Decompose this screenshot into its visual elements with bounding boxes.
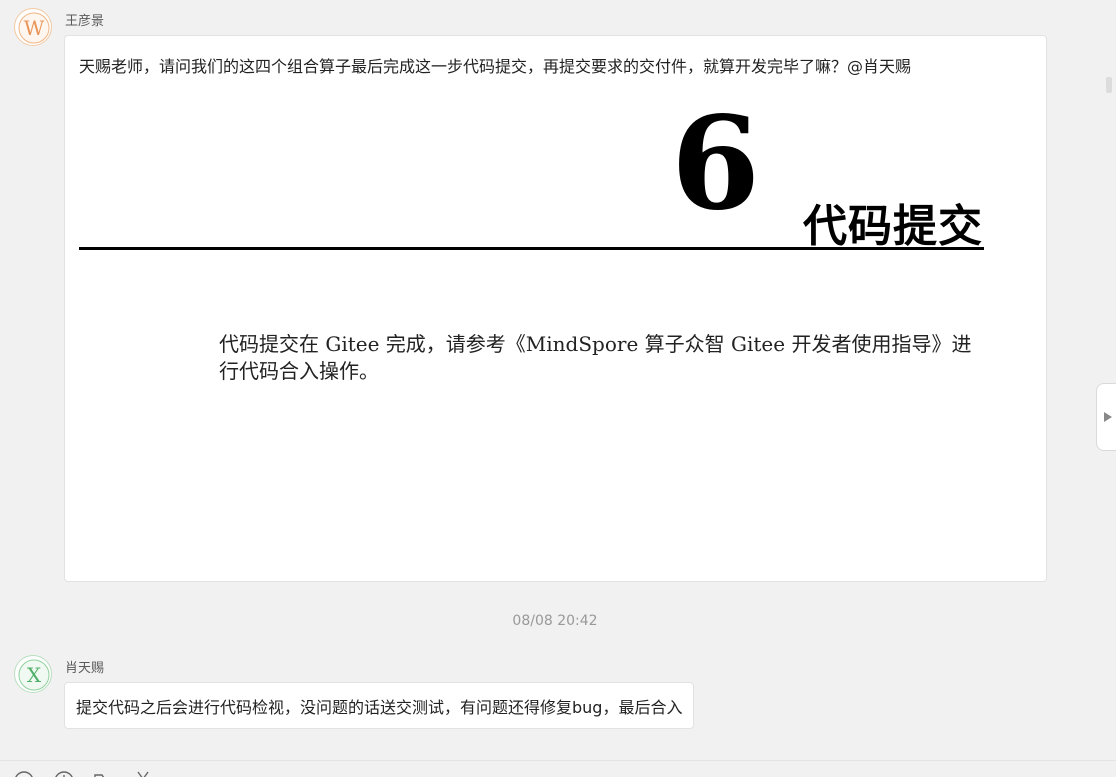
sender-name: 肖天赐 <box>65 661 105 676</box>
scrollbar-thumb[interactable] <box>1106 77 1112 93</box>
avatar[interactable]: X <box>14 655 52 693</box>
emoji-icon[interactable] <box>13 770 35 777</box>
input-toolbar <box>0 760 1116 777</box>
clock-icon[interactable] <box>53 770 75 777</box>
expand-panel-button[interactable] <box>1096 383 1116 451</box>
divider <box>79 247 984 250</box>
avatar-w-icon: W <box>18 12 50 44</box>
document-image[interactable]: 6 代码提交 代码提交在 Gitee 完成，请参考《MindSpore 算子众智… <box>79 100 985 556</box>
folder-icon[interactable] <box>93 770 115 777</box>
chapter-number: 6 <box>671 89 761 239</box>
document-body: 代码提交在 Gitee 完成，请参考《MindSpore 算子众智 Gitee … <box>219 332 972 383</box>
chapter-title: 代码提交 <box>803 201 983 252</box>
chat-window: W 王彦景 天赐老师，请问我们的这四个组合算子最后完成这一步代码提交，再提交要求… <box>0 0 1116 777</box>
message-text: 天赐老师，请问我们的这四个组合算子最后完成这一步代码提交，再提交要求的交付件，就… <box>79 57 912 76</box>
scissors-icon[interactable] <box>133 770 155 777</box>
play-arrow-icon <box>1103 412 1112 422</box>
message-text: 提交代码之后会进行代码检视，没问题的话送交测试，有问题还得修复bug，最后合入 <box>76 697 683 717</box>
svg-text:X: X <box>27 663 42 687</box>
message-bubble[interactable]: 天赐老师，请问我们的这四个组合算子最后完成这一步代码提交，再提交要求的交付件，就… <box>64 35 1047 582</box>
svg-text:W: W <box>24 16 45 40</box>
avatar[interactable]: W <box>14 8 52 46</box>
avatar-x-icon: X <box>18 659 50 691</box>
sender-name: 王彦景 <box>65 14 105 29</box>
message-bubble[interactable]: 提交代码之后会进行代码检视，没问题的话送交测试，有问题还得修复bug，最后合入 <box>64 682 695 729</box>
timestamp: 08/08 20:42 <box>512 613 598 629</box>
